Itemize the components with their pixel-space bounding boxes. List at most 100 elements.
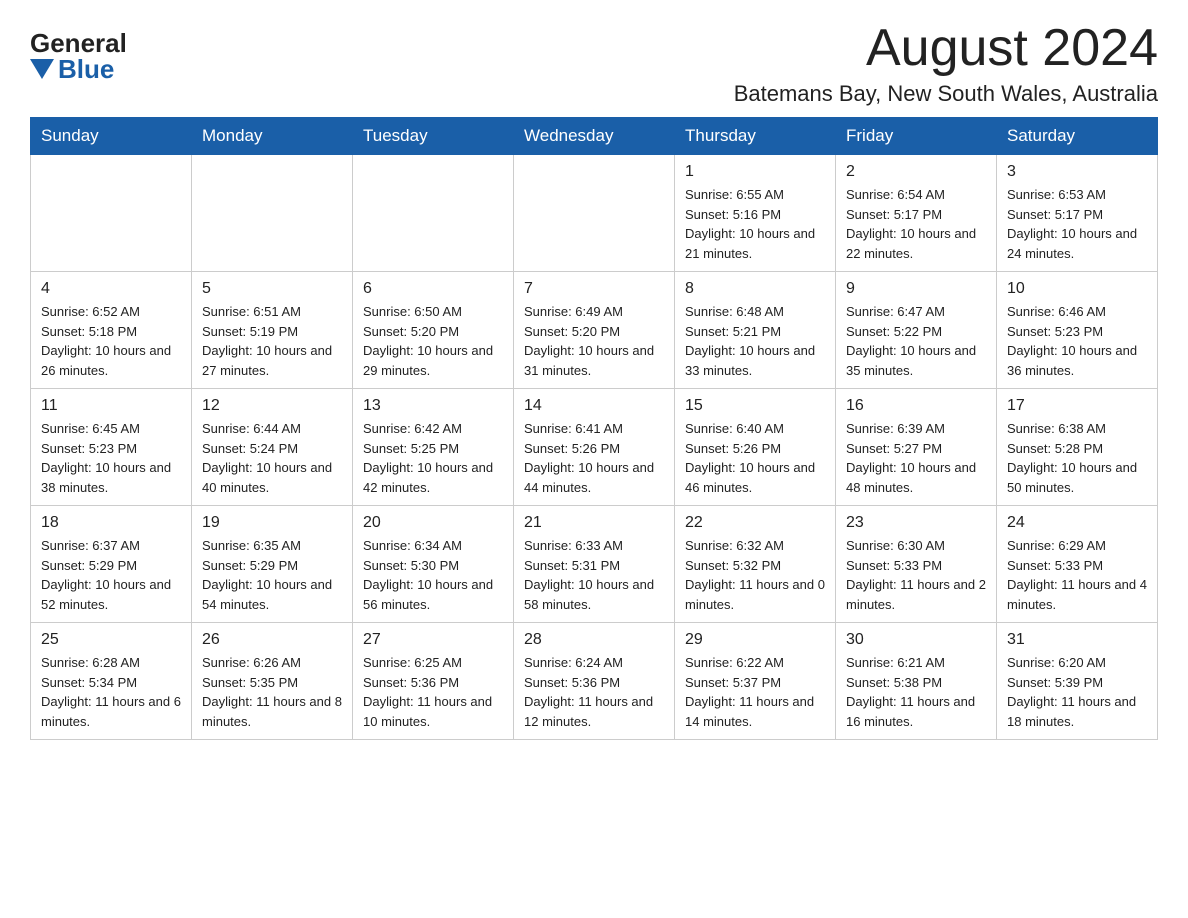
day-info: Sunrise: 6:45 AM Sunset: 5:23 PM Dayligh…: [41, 419, 181, 497]
day-number: 2: [846, 163, 986, 181]
calendar-cell: 10Sunrise: 6:46 AM Sunset: 5:23 PM Dayli…: [997, 272, 1158, 389]
day-info: Sunrise: 6:32 AM Sunset: 5:32 PM Dayligh…: [685, 536, 825, 614]
day-info: Sunrise: 6:24 AM Sunset: 5:36 PM Dayligh…: [524, 653, 664, 731]
day-info: Sunrise: 6:52 AM Sunset: 5:18 PM Dayligh…: [41, 302, 181, 380]
day-info: Sunrise: 6:35 AM Sunset: 5:29 PM Dayligh…: [202, 536, 342, 614]
day-number: 9: [846, 280, 986, 298]
calendar-cell: 11 Sunrise: 6:45 AM Sunset: 5:23 PM Dayli…: [31, 389, 192, 506]
day-info: Sunrise: 6:48 AM Sunset: 5:21 PM Dayligh…: [685, 302, 825, 380]
calendar-cell: [31, 155, 192, 272]
calendar-cell: 23 Sunrise: 6:30 AM Sunset: 5:33 PM Dayli…: [836, 506, 997, 623]
day-number: 18: [41, 514, 181, 532]
day-info: Sunrise: 6:39 AM Sunset: 5:27 PM Dayligh…: [846, 419, 986, 497]
calendar-week-row: 1 Sunrise: 6:55 AM Sunset: 5:16 PM Daylig…: [31, 155, 1158, 272]
logo-blue-text: Blue: [58, 56, 114, 82]
day-info: Sunrise: 6:33 AM Sunset: 5:31 PM Dayligh…: [524, 536, 664, 614]
day-info: Sunrise: 6:50 AM Sunset: 5:20 PM Dayligh…: [363, 302, 503, 380]
day-number: 7: [524, 280, 664, 298]
calendar-header-row: SundayMondayTuesdayWednesdayThursdayFrid…: [31, 118, 1158, 155]
day-number: 14: [524, 397, 664, 415]
day-info: Sunrise: 6:53 AM Sunset: 5:17 PM Dayligh…: [1007, 185, 1147, 263]
location-title: Batemans Bay, New South Wales, Australia: [734, 81, 1158, 107]
day-number: 31: [1007, 631, 1147, 649]
day-info: Sunrise: 6:25 AM Sunset: 5:36 PM Dayligh…: [363, 653, 503, 731]
day-info: Sunrise: 6:44 AM Sunset: 5:24 PM Dayligh…: [202, 419, 342, 497]
month-title: August 2024: [734, 20, 1158, 77]
calendar-cell: 21 Sunrise: 6:33 AM Sunset: 5:31 PM Dayli…: [514, 506, 675, 623]
calendar-cell: 6 Sunrise: 6:50 AM Sunset: 5:20 PM Daylig…: [353, 272, 514, 389]
col-header-saturday: Saturday: [997, 118, 1158, 155]
day-number: 30: [846, 631, 986, 649]
calendar-cell: 26Sunrise: 6:26 AM Sunset: 5:35 PM Dayli…: [192, 623, 353, 740]
calendar-cell: 22 Sunrise: 6:32 AM Sunset: 5:32 PM Dayli…: [675, 506, 836, 623]
calendar-cell: 8 Sunrise: 6:48 AM Sunset: 5:21 PM Daylig…: [675, 272, 836, 389]
day-number: 5: [202, 280, 342, 298]
calendar-cell: 30 Sunrise: 6:21 AM Sunset: 5:38 PM Dayli…: [836, 623, 997, 740]
day-info: Sunrise: 6:37 AM Sunset: 5:29 PM Dayligh…: [41, 536, 181, 614]
day-number: 29: [685, 631, 825, 649]
calendar-week-row: 11 Sunrise: 6:45 AM Sunset: 5:23 PM Dayli…: [31, 389, 1158, 506]
day-number: 10: [1007, 280, 1147, 298]
day-number: 19: [202, 514, 342, 532]
day-number: 11: [41, 397, 181, 415]
calendar-cell: 15 Sunrise: 6:40 AM Sunset: 5:26 PM Dayli…: [675, 389, 836, 506]
calendar-cell: 25Sunrise: 6:28 AM Sunset: 5:34 PM Dayli…: [31, 623, 192, 740]
day-number: 23: [846, 514, 986, 532]
calendar-table: SundayMondayTuesdayWednesdayThursdayFrid…: [30, 117, 1158, 740]
day-number: 4: [41, 280, 181, 298]
col-header-monday: Monday: [192, 118, 353, 155]
day-info: Sunrise: 6:41 AM Sunset: 5:26 PM Dayligh…: [524, 419, 664, 497]
day-number: 3: [1007, 163, 1147, 181]
calendar-cell: 4 Sunrise: 6:52 AM Sunset: 5:18 PM Daylig…: [31, 272, 192, 389]
day-number: 22: [685, 514, 825, 532]
calendar-week-row: 4 Sunrise: 6:52 AM Sunset: 5:18 PM Daylig…: [31, 272, 1158, 389]
calendar-week-row: 25Sunrise: 6:28 AM Sunset: 5:34 PM Dayli…: [31, 623, 1158, 740]
day-number: 28: [524, 631, 664, 649]
day-info: Sunrise: 6:55 AM Sunset: 5:16 PM Dayligh…: [685, 185, 825, 263]
day-info: Sunrise: 6:28 AM Sunset: 5:34 PM Dayligh…: [41, 653, 181, 731]
day-info: Sunrise: 6:34 AM Sunset: 5:30 PM Dayligh…: [363, 536, 503, 614]
logo-triangle-icon: [30, 59, 54, 79]
day-number: 15: [685, 397, 825, 415]
day-number: 27: [363, 631, 503, 649]
col-header-thursday: Thursday: [675, 118, 836, 155]
calendar-cell: [514, 155, 675, 272]
logo-general-text: General: [30, 30, 127, 56]
day-number: 8: [685, 280, 825, 298]
calendar-cell: 14 Sunrise: 6:41 AM Sunset: 5:26 PM Dayli…: [514, 389, 675, 506]
day-info: Sunrise: 6:47 AM Sunset: 5:22 PM Dayligh…: [846, 302, 986, 380]
day-number: 21: [524, 514, 664, 532]
calendar-cell: 28 Sunrise: 6:24 AM Sunset: 5:36 PM Dayli…: [514, 623, 675, 740]
header: General Blue August 2024 Batemans Bay, N…: [30, 20, 1158, 107]
day-number: 20: [363, 514, 503, 532]
day-info: Sunrise: 6:42 AM Sunset: 5:25 PM Dayligh…: [363, 419, 503, 497]
calendar-cell: 17Sunrise: 6:38 AM Sunset: 5:28 PM Dayli…: [997, 389, 1158, 506]
calendar-cell: 24Sunrise: 6:29 AM Sunset: 5:33 PM Dayli…: [997, 506, 1158, 623]
day-info: Sunrise: 6:21 AM Sunset: 5:38 PM Dayligh…: [846, 653, 986, 731]
day-number: 26: [202, 631, 342, 649]
calendar-cell: 19 Sunrise: 6:35 AM Sunset: 5:29 PM Dayli…: [192, 506, 353, 623]
calendar-cell: [353, 155, 514, 272]
day-info: Sunrise: 6:22 AM Sunset: 5:37 PM Dayligh…: [685, 653, 825, 731]
col-header-friday: Friday: [836, 118, 997, 155]
day-info: Sunrise: 6:49 AM Sunset: 5:20 PM Dayligh…: [524, 302, 664, 380]
calendar-cell: 3 Sunrise: 6:53 AM Sunset: 5:17 PM Daylig…: [997, 155, 1158, 272]
day-number: 1: [685, 163, 825, 181]
day-number: 6: [363, 280, 503, 298]
calendar-cell: 7 Sunrise: 6:49 AM Sunset: 5:20 PM Daylig…: [514, 272, 675, 389]
day-info: Sunrise: 6:30 AM Sunset: 5:33 PM Dayligh…: [846, 536, 986, 614]
calendar-cell: 16 Sunrise: 6:39 AM Sunset: 5:27 PM Dayli…: [836, 389, 997, 506]
calendar-cell: 20 Sunrise: 6:34 AM Sunset: 5:30 PM Dayli…: [353, 506, 514, 623]
day-number: 16: [846, 397, 986, 415]
day-info: Sunrise: 6:40 AM Sunset: 5:26 PM Dayligh…: [685, 419, 825, 497]
day-info: Sunrise: 6:20 AM Sunset: 5:39 PM Dayligh…: [1007, 653, 1147, 731]
calendar-cell: 27 Sunrise: 6:25 AM Sunset: 5:36 PM Dayli…: [353, 623, 514, 740]
calendar-cell: 29 Sunrise: 6:22 AM Sunset: 5:37 PM Dayli…: [675, 623, 836, 740]
day-info: Sunrise: 6:54 AM Sunset: 5:17 PM Dayligh…: [846, 185, 986, 263]
calendar-cell: 31 Sunrise: 6:20 AM Sunset: 5:39 PM Dayli…: [997, 623, 1158, 740]
calendar-cell: 1 Sunrise: 6:55 AM Sunset: 5:16 PM Daylig…: [675, 155, 836, 272]
calendar-week-row: 18 Sunrise: 6:37 AM Sunset: 5:29 PM Dayli…: [31, 506, 1158, 623]
calendar-cell: [192, 155, 353, 272]
col-header-sunday: Sunday: [31, 118, 192, 155]
day-number: 17: [1007, 397, 1147, 415]
